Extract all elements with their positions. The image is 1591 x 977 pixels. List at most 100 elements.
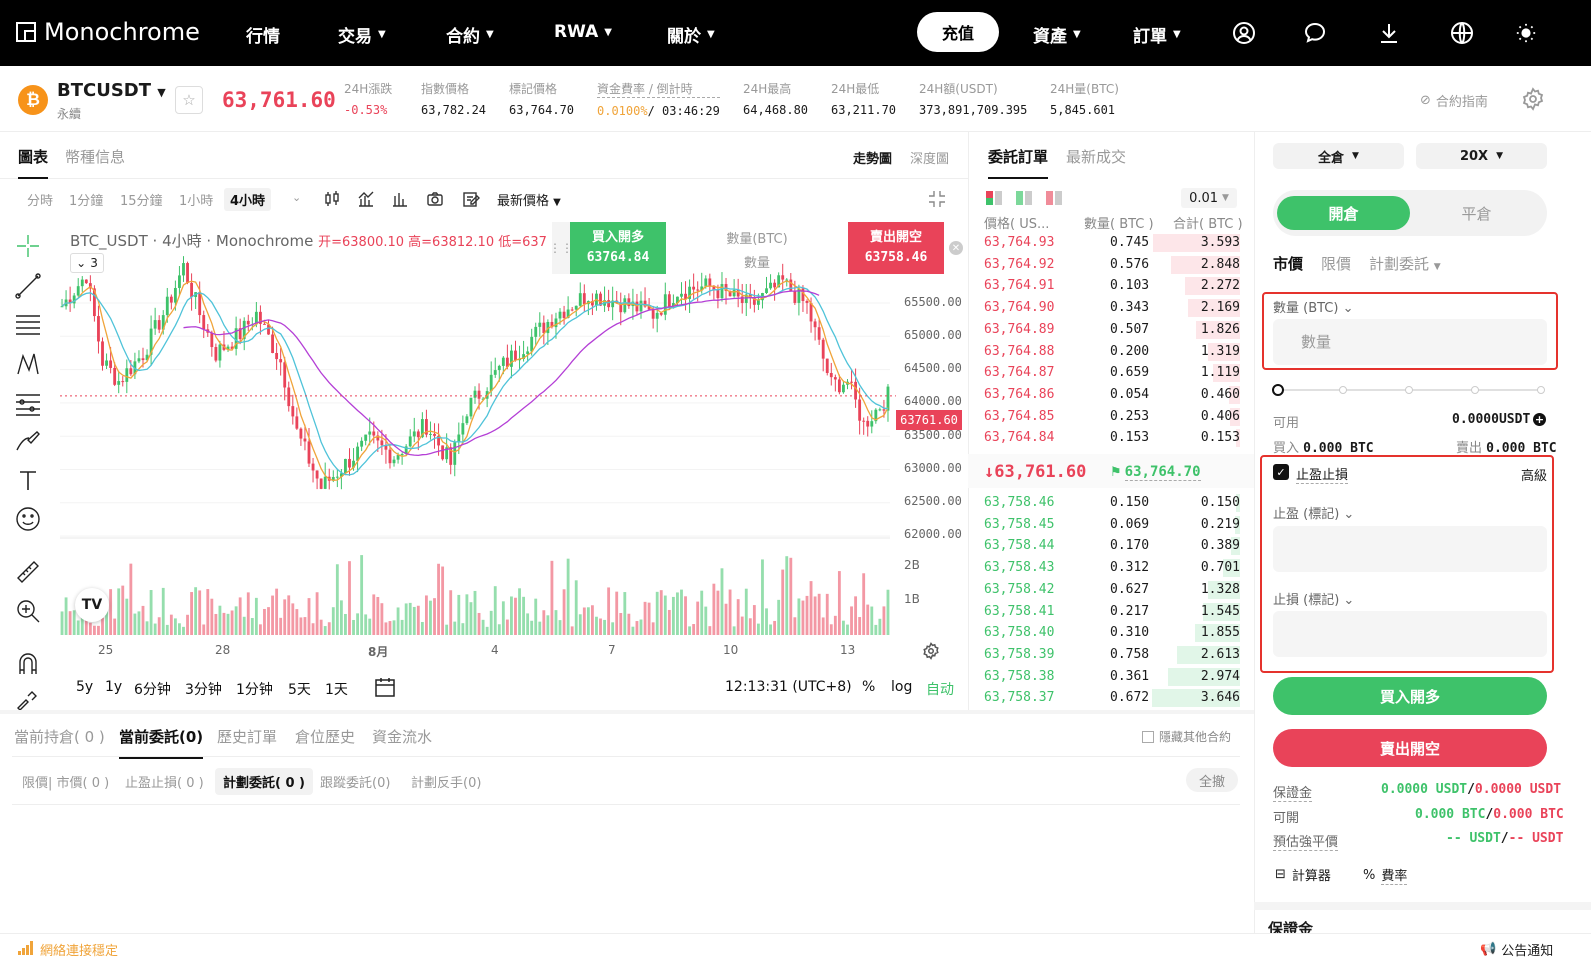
ob-row[interactable]: 63,758.44 0.170 0.389 — [984, 536, 1240, 556]
interval-1h[interactable]: 1小時 — [179, 190, 213, 209]
ob-row[interactable]: 63,758.38 0.361 2.974 — [984, 667, 1240, 687]
bar-chart-icon[interactable] — [391, 190, 409, 208]
tab-positions[interactable]: 當前持倉( 0 ) — [14, 726, 105, 747]
nav-item-orders[interactable]: 訂單 ▼ — [1133, 22, 1181, 47]
book-asks-icon[interactable] — [1046, 191, 1062, 205]
text-icon[interactable] — [14, 466, 42, 494]
log-toggle[interactable]: log — [891, 679, 912, 695]
fee-rate-button[interactable]: % 費率 — [1363, 865, 1408, 885]
ob-row[interactable]: 63,758.43 0.312 0.701 — [984, 558, 1240, 578]
symbol-selector[interactable]: BTCUSDT ▼ — [57, 80, 166, 101]
sl-input[interactable] — [1273, 611, 1547, 657]
hide-other-toggle[interactable]: 隱藏其他合約 — [1142, 728, 1231, 745]
deposit-button[interactable]: 充值 — [917, 12, 999, 52]
ob-row[interactable]: 63,764.92 0.576 2.848 — [984, 255, 1240, 275]
trendline-icon[interactable] — [14, 272, 42, 300]
crosshair-icon[interactable] — [14, 232, 42, 260]
ob-row[interactable]: 63,758.40 0.310 1.855 — [984, 623, 1240, 643]
range-1y[interactable]: 1y — [105, 679, 122, 695]
tab-open-orders[interactable]: 當前委託(0) — [119, 726, 204, 759]
tradingview-logo-icon[interactable]: TV — [75, 588, 109, 622]
ob-row[interactable]: 63,764.91 0.103 2.272 — [984, 276, 1240, 296]
emoji-icon[interactable] — [14, 505, 42, 533]
leverage-select[interactable]: 20X ▼ — [1416, 143, 1547, 169]
brush-icon[interactable] — [14, 428, 42, 456]
candles-icon[interactable] — [323, 190, 341, 208]
brand-logo[interactable]: Monochrome — [16, 18, 200, 46]
view-trend[interactable]: 走勢圖 — [853, 148, 892, 167]
globe-icon[interactable] — [1449, 20, 1475, 46]
quick-sell-button[interactable]: 賣出開空 63758.46 — [848, 222, 944, 274]
tab-coin-info[interactable]: 幣種信息 — [65, 146, 125, 167]
ob-row[interactable]: 63,758.46 0.150 0.150 — [984, 493, 1240, 513]
open-position-tab[interactable]: 開倉 — [1277, 196, 1410, 230]
ob-row[interactable]: 63,758.45 0.069 0.219 — [984, 515, 1240, 535]
ob-row[interactable]: 63,758.42 0.627 1.328 — [984, 580, 1240, 600]
range-5y[interactable]: 5y — [76, 679, 93, 695]
slider-step[interactable] — [1405, 386, 1413, 394]
ob-row[interactable]: 63,764.86 0.054 0.460 — [984, 385, 1240, 405]
book-bids-icon[interactable] — [1016, 191, 1032, 205]
ruler-icon[interactable] — [14, 558, 42, 586]
camera-icon[interactable] — [426, 190, 444, 208]
range-1min[interactable]: 1分钟 — [236, 679, 273, 699]
user-icon[interactable] — [1231, 20, 1257, 46]
calendar-icon[interactable] — [374, 676, 396, 698]
subtab-trailing[interactable]: 跟蹤委託(0) — [320, 772, 390, 791]
tab-order-history[interactable]: 歷史訂單 — [217, 726, 277, 747]
slider-step[interactable] — [1471, 386, 1479, 394]
percent-toggle[interactable]: % — [862, 679, 875, 695]
tpsl-checkbox[interactable]: ✓ — [1273, 464, 1289, 480]
interval-15m[interactable]: 15分鐘 — [120, 190, 163, 209]
cancel-all-button[interactable]: 全撤 — [1186, 768, 1238, 792]
ob-row[interactable]: 63,764.89 0.507 1.826 — [984, 320, 1240, 340]
edit-icon[interactable] — [462, 190, 480, 208]
buy-long-button[interactable]: 買入開多 — [1273, 677, 1547, 715]
sell-short-button[interactable]: 賣出開空 — [1273, 729, 1547, 767]
clock-readout[interactable]: 12:13:31 (UTC+8) — [725, 679, 852, 695]
slider-step[interactable] — [1537, 386, 1545, 394]
range-3min[interactable]: 3分钟 — [185, 679, 222, 699]
calculator-button[interactable]: ⊟ 計算器 — [1275, 865, 1331, 884]
horizontal-lines-icon[interactable] — [14, 310, 42, 338]
view-depth[interactable]: 深度圖 — [910, 148, 949, 167]
close-icon[interactable]: ✕ — [949, 241, 963, 255]
tab-order-book[interactable]: 委託訂單 — [988, 146, 1049, 179]
fib-icon[interactable] — [14, 390, 42, 418]
magnet-icon[interactable] — [14, 650, 42, 678]
ob-row[interactable]: 63,764.90 0.343 2.169 — [984, 298, 1240, 318]
settings-icon[interactable] — [922, 642, 940, 660]
tab-position-history[interactable]: 倉位歷史 — [295, 726, 355, 747]
subtab-reverse[interactable]: 計劃反手(0) — [411, 772, 481, 791]
tp-field-label[interactable]: 止盈 (標記) ⌄ — [1273, 503, 1354, 522]
ob-row[interactable]: 63,764.85 0.253 0.406 — [984, 407, 1240, 427]
gear-icon[interactable] — [1521, 87, 1545, 111]
lock-draw-icon[interactable] — [14, 688, 42, 716]
zoom-in-icon[interactable] — [14, 597, 42, 625]
qty-field-label[interactable]: 數量 (BTC) ⌄ — [1273, 297, 1354, 316]
nav-item-rwa[interactable]: RWA ▼ — [554, 22, 612, 42]
chevron-down-icon[interactable]: ⌄ — [292, 191, 301, 204]
indicator-icon[interactable] — [357, 190, 375, 208]
qty-slider-handle[interactable] — [1272, 384, 1284, 396]
order-type-limit[interactable]: 限價 — [1321, 253, 1351, 274]
quick-buy-button[interactable]: 買入開多 63764.84 — [570, 222, 666, 274]
quick-qty[interactable]: 數量(BTC) 數量 — [710, 228, 804, 276]
pattern-icon[interactable] — [14, 350, 42, 378]
contract-guide-link[interactable]: ⊘ 合約指南 — [1420, 91, 1488, 110]
drag-handle-icon[interactable]: ⋮⋮ — [549, 222, 573, 274]
tp-input[interactable] — [1273, 526, 1547, 572]
theme-icon[interactable] — [1513, 20, 1539, 46]
ob-row[interactable]: 63,764.84 0.153 0.153 — [984, 428, 1240, 448]
tab-fund-flow[interactable]: 資金流水 — [372, 726, 432, 747]
interval-timeline[interactable]: 分時 — [27, 190, 53, 209]
star-icon[interactable]: ☆ — [175, 86, 203, 114]
nav-item-contract[interactable]: 合約 ▼ — [446, 22, 494, 47]
interval-4h[interactable]: 4小時 — [224, 188, 272, 211]
precision-select[interactable]: 0.01 ▼ — [1181, 188, 1237, 208]
download-icon[interactable] — [1376, 20, 1402, 46]
range-5d[interactable]: 5天 — [288, 679, 311, 699]
ob-row[interactable]: 63,758.37 0.672 3.646 — [984, 688, 1240, 708]
tab-latest-trades[interactable]: 最新成交 — [1066, 146, 1126, 167]
price-type-select[interactable]: 最新價格 ▼ — [497, 190, 561, 209]
